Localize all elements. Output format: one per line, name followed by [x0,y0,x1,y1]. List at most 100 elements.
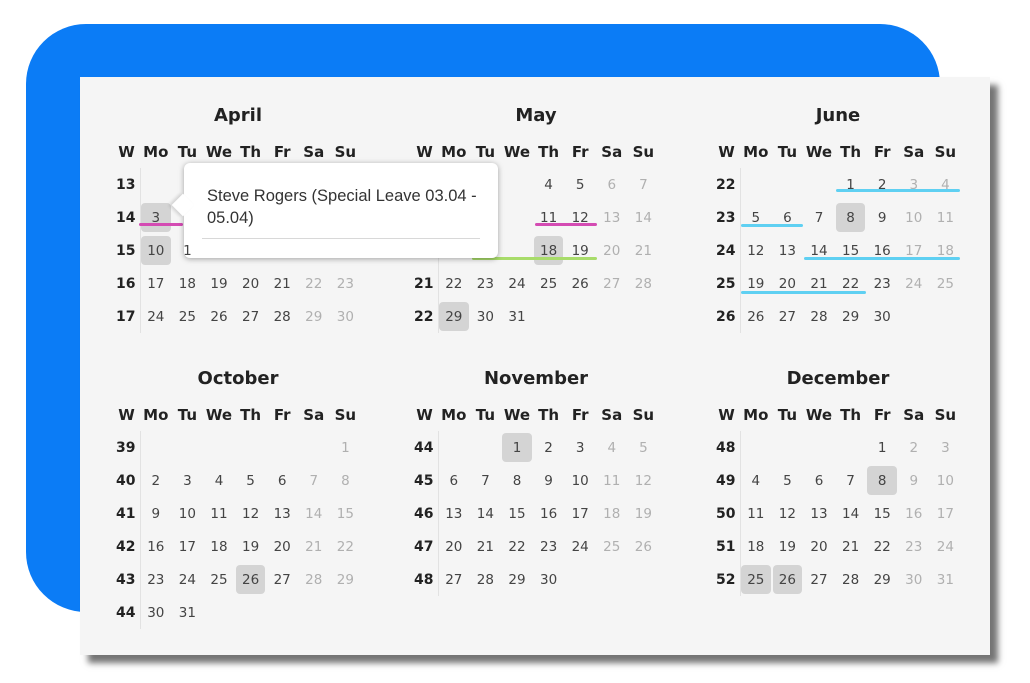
day-cell[interactable]: 13 [772,234,804,267]
day-cell[interactable]: 25 [203,563,235,596]
day-cell[interactable]: 29 [298,300,330,333]
day-cell[interactable]: 2 [898,431,930,464]
day-cell[interactable]: 20 [772,267,804,300]
day-cell[interactable]: 5 [564,168,596,201]
day-cell[interactable]: 18 [172,267,204,300]
day-cell[interactable]: 20 [438,530,470,563]
day-cell[interactable]: 24 [930,530,962,563]
day-cell[interactable]: 1 [835,168,867,201]
day-cell[interactable]: 1 [501,431,533,464]
day-cell[interactable]: 1 [330,431,362,464]
day-cell[interactable]: 24 [140,300,172,333]
day-cell[interactable]: 27 [772,300,804,333]
day-cell[interactable]: 12 [772,497,804,530]
day-cell[interactable]: 1 [866,431,898,464]
day-cell[interactable]: 19 [772,530,804,563]
day-cell[interactable]: 16 [533,497,565,530]
day-cell[interactable]: 3 [172,464,204,497]
day-cell[interactable]: 23 [898,530,930,563]
day-cell[interactable]: 25 [930,267,962,300]
day-cell[interactable]: 11 [930,201,962,234]
day-cell[interactable]: 24 [564,530,596,563]
day-cell[interactable]: 18 [533,234,565,267]
day-cell[interactable]: 21 [628,234,660,267]
day-cell[interactable]: 6 [266,464,298,497]
day-cell[interactable]: 3 [898,168,930,201]
day-cell[interactable]: 8 [835,201,867,234]
day-cell[interactable]: 5 [772,464,804,497]
day-cell[interactable]: 22 [501,530,533,563]
day-cell[interactable]: 7 [470,464,502,497]
day-cell[interactable]: 6 [596,168,628,201]
day-cell[interactable]: 10 [898,201,930,234]
day-cell[interactable]: 18 [930,234,962,267]
day-cell[interactable]: 15 [501,497,533,530]
day-cell[interactable]: 30 [140,596,172,629]
day-cell[interactable]: 26 [628,530,660,563]
day-cell[interactable]: 16 [140,530,172,563]
day-cell[interactable]: 31 [930,563,962,596]
day-cell[interactable]: 5 [235,464,267,497]
day-cell[interactable]: 17 [930,497,962,530]
day-cell[interactable]: 3 [930,431,962,464]
day-cell[interactable]: 14 [470,497,502,530]
day-cell[interactable]: 6 [803,464,835,497]
day-cell[interactable]: 28 [266,300,298,333]
day-cell[interactable]: 14 [298,497,330,530]
day-cell[interactable]: 20 [266,530,298,563]
day-cell[interactable]: 6 [438,464,470,497]
day-cell[interactable]: 4 [740,464,772,497]
day-cell[interactable]: 23 [330,267,362,300]
day-cell[interactable]: 31 [501,300,533,333]
day-cell[interactable]: 18 [740,530,772,563]
day-cell[interactable]: 21 [470,530,502,563]
day-cell[interactable]: 20 [235,267,267,300]
day-cell[interactable]: 11 [740,497,772,530]
day-cell[interactable]: 17 [140,267,172,300]
day-cell[interactable]: 25 [740,563,772,596]
day-cell[interactable]: 14 [803,234,835,267]
day-cell[interactable]: 11 [596,464,628,497]
day-cell[interactable]: 14 [835,497,867,530]
day-cell[interactable]: 24 [501,267,533,300]
day-cell[interactable]: 4 [596,431,628,464]
day-cell[interactable]: 30 [470,300,502,333]
day-cell[interactable]: 14 [628,201,660,234]
day-cell[interactable]: 4 [930,168,962,201]
day-cell[interactable]: 19 [740,267,772,300]
day-cell[interactable]: 21 [835,530,867,563]
day-cell[interactable]: 28 [835,563,867,596]
day-cell[interactable]: 26 [203,300,235,333]
day-cell[interactable]: 18 [203,530,235,563]
day-cell[interactable]: 3 [140,201,172,234]
day-cell[interactable]: 12 [628,464,660,497]
day-cell[interactable]: 15 [330,497,362,530]
day-cell[interactable]: 26 [772,563,804,596]
day-cell[interactable]: 10 [564,464,596,497]
day-cell[interactable]: 15 [835,234,867,267]
day-cell[interactable]: 11 [203,497,235,530]
day-cell[interactable]: 20 [596,234,628,267]
day-cell[interactable]: 29 [438,300,470,333]
day-cell[interactable]: 17 [898,234,930,267]
day-cell[interactable]: 16 [866,234,898,267]
day-cell[interactable]: 9 [866,201,898,234]
day-cell[interactable]: 10 [172,497,204,530]
day-cell[interactable]: 19 [203,267,235,300]
day-cell[interactable]: 27 [438,563,470,596]
day-cell[interactable]: 21 [803,267,835,300]
day-cell[interactable]: 2 [533,431,565,464]
day-cell[interactable]: 21 [266,267,298,300]
day-cell[interactable]: 25 [533,267,565,300]
day-cell[interactable]: 27 [266,563,298,596]
day-cell[interactable]: 13 [266,497,298,530]
day-cell[interactable]: 25 [172,300,204,333]
day-cell[interactable]: 4 [533,168,565,201]
day-cell[interactable]: 24 [898,267,930,300]
day-cell[interactable]: 29 [501,563,533,596]
day-cell[interactable]: 29 [835,300,867,333]
day-cell[interactable]: 9 [898,464,930,497]
day-cell[interactable]: 23 [470,267,502,300]
day-cell[interactable]: 7 [298,464,330,497]
day-cell[interactable]: 27 [803,563,835,596]
